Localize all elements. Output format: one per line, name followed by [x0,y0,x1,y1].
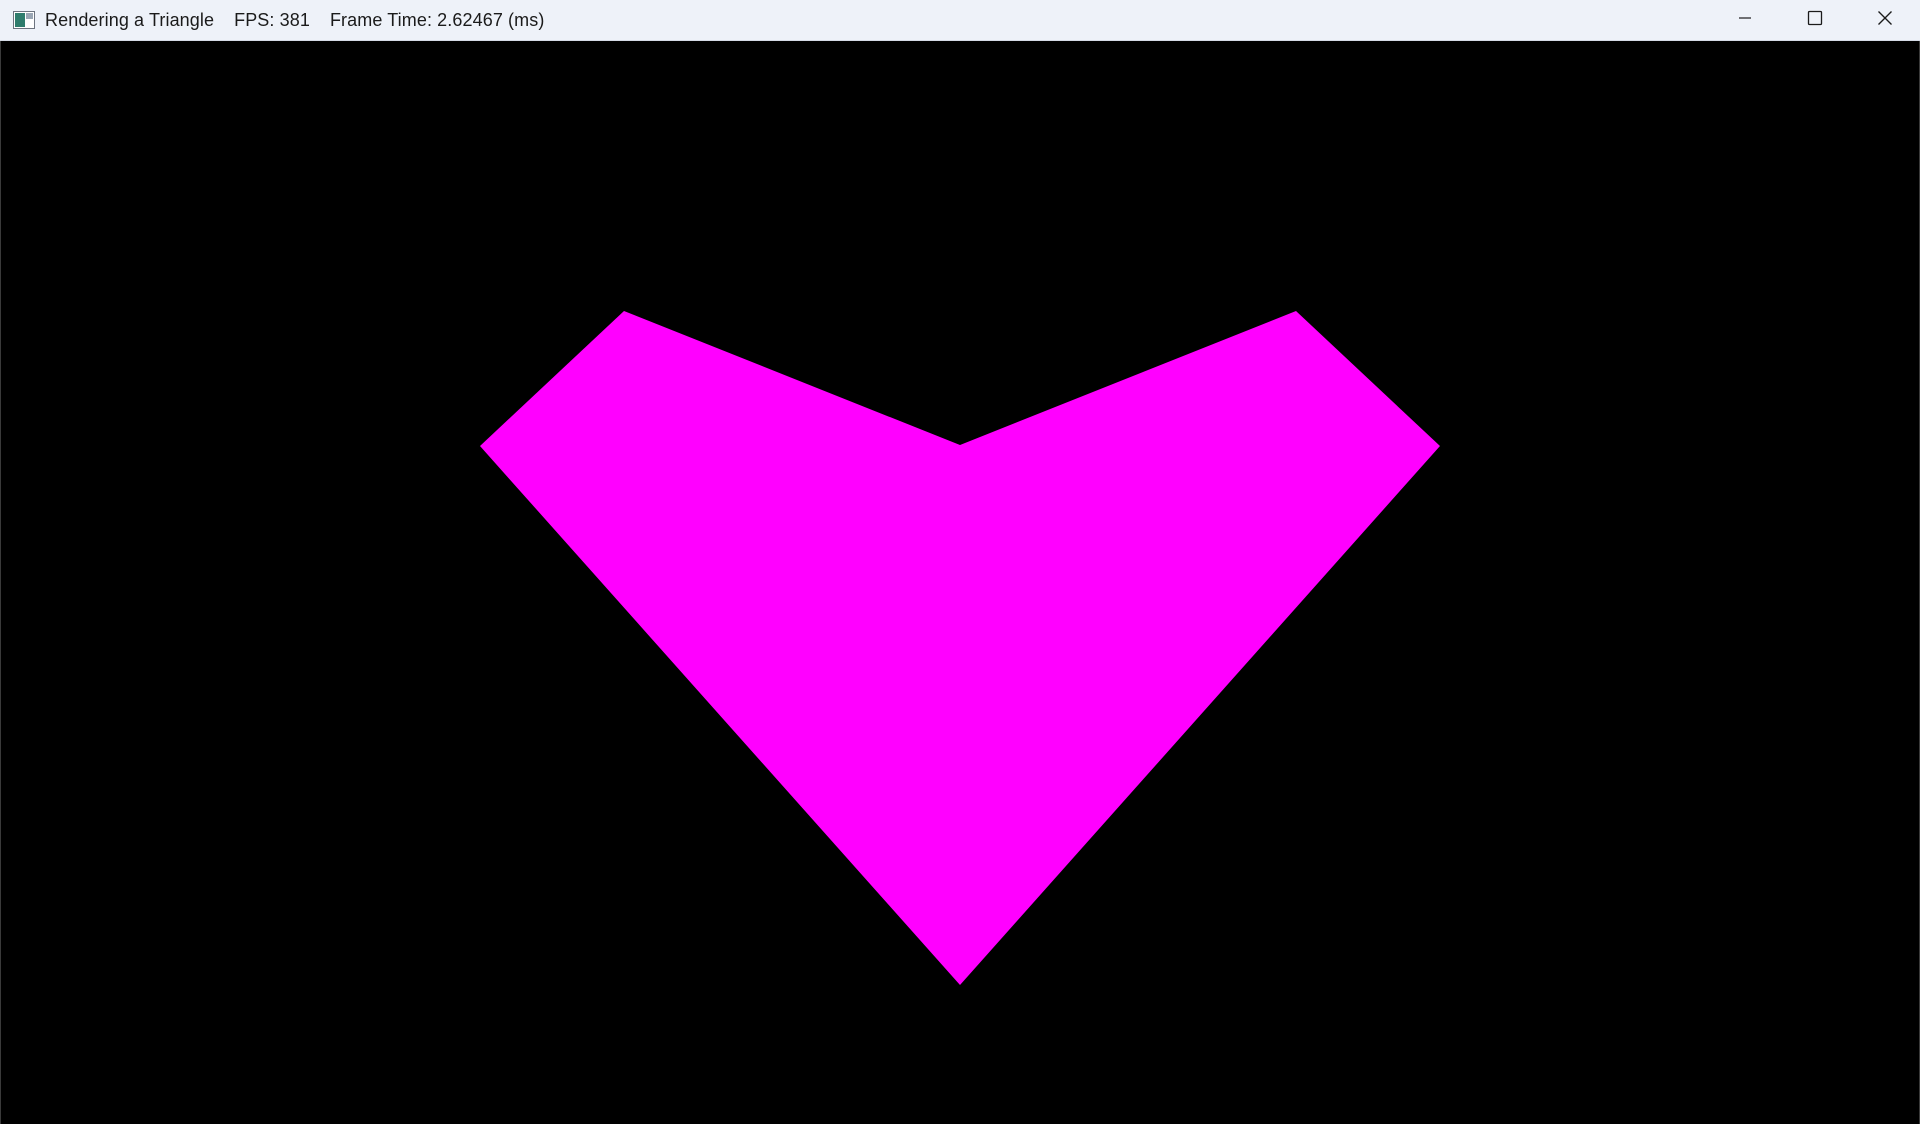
minimize-icon [1738,11,1752,25]
render-canvas [480,311,1440,985]
render-viewport[interactable] [0,41,1920,1124]
close-button[interactable] [1850,0,1920,35]
frame-time-readout: Frame Time: 2.62467 (ms) [329,9,545,30]
fps-readout: FPS: 381 [234,9,310,30]
window-title: Rendering a Triangle [45,9,215,30]
heart-shape [480,311,1440,985]
window-border-left [0,41,1,1124]
maximize-icon [1807,10,1823,26]
window-controls [1710,0,1920,40]
minimize-button[interactable] [1710,0,1780,35]
close-icon [1877,10,1893,26]
app-window: Rendering a Triangle FPS: 381 Frame Time… [0,0,1920,1124]
maximize-button[interactable] [1780,0,1850,35]
title-bar[interactable]: Rendering a Triangle FPS: 381 Frame Time… [0,0,1920,41]
app-window-icon [13,11,35,29]
